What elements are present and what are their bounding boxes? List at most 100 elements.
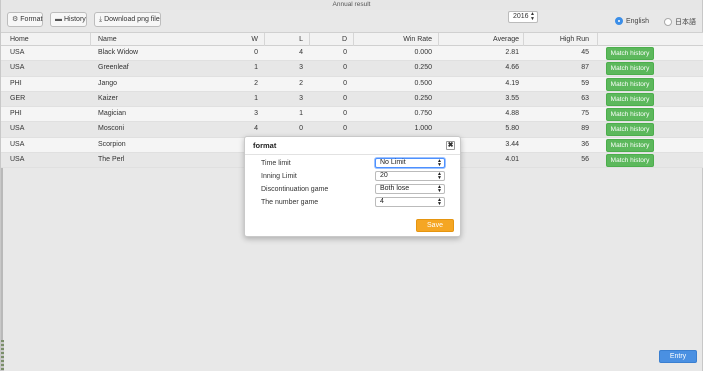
cell-average: 4.19 bbox=[505, 79, 519, 87]
table-row: PHI Jango 2 2 0 0.500 4.19 59 Match history bbox=[1, 76, 703, 92]
table-row: USA Black Widow 0 4 0 0.000 2.81 45 Match histor… bbox=[1, 46, 703, 62]
format-dialog: format ✖ Time limit No Limit ▲ ▼ Inning L… bbox=[244, 136, 461, 237]
select-arrows-icon: ▲ ▼ bbox=[530, 11, 535, 22]
cell-high-run: 87 bbox=[581, 64, 589, 72]
gear-icon: ⚙ bbox=[12, 16, 19, 23]
select-arrows-icon: ▲ ▼ bbox=[437, 184, 442, 194]
dialog-divider bbox=[245, 154, 460, 155]
column-divider bbox=[438, 33, 439, 47]
cell-name: Mosconi bbox=[98, 125, 125, 133]
header-w: W bbox=[251, 36, 258, 43]
cell-name: Greenleaf bbox=[98, 64, 129, 72]
match-history-button[interactable]: Match history bbox=[606, 47, 654, 60]
language-english-label: English bbox=[626, 17, 649, 25]
cell-name: Black Widow bbox=[98, 49, 139, 56]
cell-l: 3 bbox=[299, 94, 303, 102]
match-history-button[interactable]: Match history bbox=[606, 154, 654, 168]
number-game-label: The number game bbox=[261, 199, 319, 206]
cell-win-rate: 1.000 bbox=[414, 125, 432, 133]
cell-high-run: 45 bbox=[581, 49, 589, 56]
match-history-button[interactable]: Match history bbox=[606, 138, 654, 152]
cell-high-run: 59 bbox=[581, 79, 589, 87]
cell-high-run: 89 bbox=[581, 125, 589, 133]
cell-home: USA bbox=[10, 64, 25, 72]
match-history-button[interactable]: Match history bbox=[606, 108, 654, 122]
close-icon[interactable]: ✖ bbox=[446, 141, 455, 150]
download-png-button[interactable]: ⤓ Download png file bbox=[94, 12, 161, 27]
select-arrows-icon: ▲ ▼ bbox=[437, 158, 442, 168]
folder-icon: ▬ bbox=[55, 16, 62, 23]
cell-l: 2 bbox=[299, 79, 303, 87]
language-option-english[interactable]: English bbox=[615, 17, 649, 25]
cell-d: 0 bbox=[343, 49, 347, 56]
cell-high-run: 75 bbox=[581, 110, 589, 118]
inning-limit-label: Inning Limit bbox=[261, 173, 297, 180]
language-japanese-label: 日本語 bbox=[675, 19, 696, 26]
cell-average: 4.66 bbox=[505, 64, 519, 72]
cell-d: 0 bbox=[343, 125, 347, 133]
cell-w: 4 bbox=[254, 125, 258, 133]
cell-home: USA bbox=[10, 49, 25, 56]
cell-d: 0 bbox=[343, 110, 347, 118]
download-icon: ⤓ bbox=[99, 16, 103, 23]
time-limit-value: No Limit bbox=[380, 159, 406, 166]
radio-unselected-icon[interactable] bbox=[664, 18, 672, 26]
column-divider bbox=[523, 33, 524, 47]
cell-l: 0 bbox=[299, 125, 303, 133]
cell-name: Magician bbox=[98, 110, 127, 118]
cell-win-rate: 0.250 bbox=[414, 64, 432, 72]
language-option-japanese[interactable]: 日本語 bbox=[664, 17, 696, 27]
format-button[interactable]: ⚙ Format bbox=[7, 12, 43, 27]
cell-name: Jango bbox=[98, 79, 118, 87]
history-button-label: History bbox=[64, 16, 86, 23]
left-edge-pattern bbox=[1, 340, 4, 371]
number-game-select[interactable]: 4 ▲ ▼ bbox=[375, 197, 445, 207]
cell-home: GER bbox=[10, 94, 26, 102]
radio-selected-icon[interactable] bbox=[615, 17, 623, 25]
cell-average: 4.88 bbox=[505, 110, 519, 118]
time-limit-select[interactable]: No Limit ▲ ▼ bbox=[375, 158, 445, 168]
year-select[interactable]: 2016 ▲ ▼ bbox=[508, 11, 538, 23]
header-l: L bbox=[299, 36, 303, 43]
inning-limit-value: 20 bbox=[380, 172, 388, 179]
match-history-button[interactable]: Match history bbox=[606, 77, 654, 91]
select-arrows-icon: ▲ ▼ bbox=[437, 171, 442, 181]
window-title: Annual result bbox=[1, 0, 702, 10]
match-history-button[interactable]: Match history bbox=[606, 62, 654, 76]
cell-name: The Perl bbox=[98, 156, 125, 164]
table-header: Home Name W L D Win Rate Average High Ru… bbox=[1, 32, 703, 47]
format-button-label: Format bbox=[20, 16, 43, 23]
app-window: Annual result ⚙ Format ▬ History ⤓ Downl… bbox=[0, 0, 703, 371]
cell-l: 4 bbox=[299, 49, 303, 56]
cell-high-run: 56 bbox=[581, 156, 589, 164]
inning-limit-select[interactable]: 20 ▲ ▼ bbox=[375, 171, 445, 181]
cell-l: 3 bbox=[299, 64, 303, 72]
table-row: PHI Magician 3 1 0 0.750 4.88 75 Match history bbox=[1, 107, 703, 123]
cell-home: USA bbox=[10, 140, 25, 148]
cell-name: Scorpion bbox=[98, 140, 126, 148]
cell-home: PHI bbox=[10, 79, 22, 87]
download-button-label: Download png file bbox=[104, 16, 160, 23]
save-button[interactable]: Save bbox=[416, 219, 454, 232]
cell-l: 1 bbox=[299, 110, 303, 118]
match-history-button[interactable]: Match history bbox=[606, 92, 654, 106]
column-divider bbox=[353, 33, 354, 47]
cell-w: 1 bbox=[254, 64, 258, 72]
discontinuation-label: Discontinuation game bbox=[261, 186, 329, 193]
discontinuation-select[interactable]: Both lose ▲ ▼ bbox=[375, 184, 445, 194]
cell-win-rate: 0.500 bbox=[414, 79, 432, 87]
history-button[interactable]: ▬ History bbox=[50, 12, 87, 27]
cell-high-run: 36 bbox=[581, 140, 589, 148]
match-history-button[interactable]: Match history bbox=[606, 123, 654, 137]
cell-win-rate: 0.750 bbox=[414, 110, 432, 118]
left-edge-strip bbox=[1, 168, 3, 340]
cell-average: 5.80 bbox=[505, 125, 519, 133]
cell-average: 2.81 bbox=[505, 49, 519, 56]
cell-w: 3 bbox=[254, 110, 258, 118]
entry-button[interactable]: Entry bbox=[659, 350, 697, 363]
cell-w: 0 bbox=[254, 49, 258, 56]
cell-home: USA bbox=[10, 156, 25, 164]
header-high-run: High Run bbox=[559, 36, 589, 43]
header-average: Average bbox=[493, 36, 519, 43]
column-divider bbox=[309, 33, 310, 47]
